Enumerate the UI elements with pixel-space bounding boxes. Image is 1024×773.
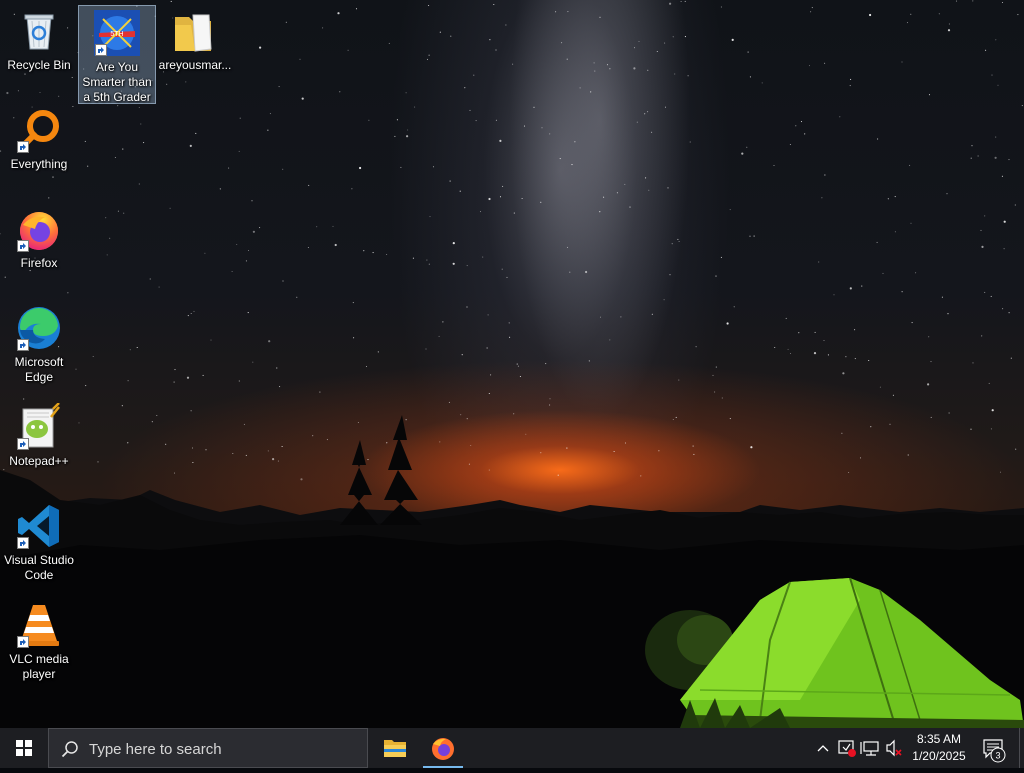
clock-time: 8:35 AM: [916, 732, 962, 746]
shortcut-arrow-icon: [17, 141, 29, 153]
svg-text:5TH: 5TH: [110, 31, 123, 38]
desktop-icon-microsoft-edge[interactable]: Microsoft Edge: [0, 301, 78, 385]
volume-muted-icon: [886, 739, 902, 757]
search-icon: [61, 741, 78, 758]
clock-date: 1/20/2025: [912, 749, 966, 763]
file-explorer-icon: [384, 740, 406, 757]
shortcut-arrow-icon: [17, 438, 29, 450]
desktop-icon-are-you-smarter[interactable]: 5TH Are You Smarter than a 5th Grader: [78, 5, 156, 104]
firefox-icon: [15, 205, 63, 253]
desktop-icon-label: Microsoft Edge: [14, 355, 64, 384]
taskbar-file-explorer[interactable]: [371, 728, 419, 768]
tray-security-icon-button[interactable]: [835, 728, 859, 768]
vlc-icon: [15, 601, 63, 649]
desktop-icon-notepad-plus-plus[interactable]: Notepad++: [0, 400, 78, 469]
notification-count-badge: 3: [995, 751, 1000, 761]
firefox-icon: [432, 738, 454, 760]
desktop-icon-firefox[interactable]: Firefox: [0, 202, 78, 271]
desktop-wallpaper[interactable]: [0, 0, 1024, 728]
game-icon: 5TH: [93, 9, 141, 57]
edge-icon: [15, 304, 63, 352]
show-desktop-button[interactable]: [1019, 728, 1024, 768]
desktop-icon-label: Are You Smarter than a 5th Grader: [82, 60, 152, 104]
taskbar-clock[interactable]: 8:35 AM 1/20/2025: [904, 728, 974, 768]
security-warning-icon: [838, 740, 856, 757]
desktop-icon-label: Visual Studio Code: [4, 553, 74, 582]
desktop-icon-label: Everything: [10, 157, 68, 171]
shortcut-arrow-icon: [17, 240, 29, 252]
taskbar-search-box[interactable]: Type here to search: [48, 728, 368, 768]
desktop-icon-recycle-bin[interactable]: Recycle Bin: [0, 4, 78, 73]
desktop-icon-label: areyousmar...: [158, 58, 232, 72]
desktop-icon-label: VLC media player: [9, 652, 69, 681]
desktop-icon-label: Recycle Bin: [7, 58, 71, 72]
desktop-icon-label: Notepad++: [9, 454, 69, 468]
everything-search-icon: [15, 106, 63, 154]
recycle-bin-icon: [15, 7, 63, 55]
desktop-icon-everything[interactable]: Everything: [0, 103, 78, 172]
desktop-icon-visual-studio-code[interactable]: Visual Studio Code: [0, 499, 78, 583]
chevron-up-icon: [817, 745, 829, 752]
shortcut-arrow-icon: [17, 537, 29, 549]
taskbar-firefox[interactable]: [419, 728, 467, 768]
folder-icon: [171, 7, 219, 55]
search-placeholder: Type here to search: [89, 741, 222, 758]
windows-logo-icon: [16, 740, 32, 756]
shortcut-arrow-icon: [17, 636, 29, 648]
desktop-icon-folder-areyousmarter[interactable]: areyousmar...: [156, 4, 234, 73]
start-button[interactable]: [0, 728, 48, 768]
network-icon: [860, 741, 879, 756]
tray-network-button[interactable]: [859, 728, 883, 768]
landscape-silhouette: [0, 415, 1024, 728]
shortcut-arrow-icon: [17, 339, 29, 351]
shortcut-arrow-icon: [95, 44, 107, 56]
notification-icon: 3: [983, 739, 1006, 763]
notepadpp-icon: [15, 402, 63, 451]
desktop-icon-vlc[interactable]: VLC media player: [0, 598, 78, 682]
tray-volume-button[interactable]: [883, 728, 905, 768]
notification-center-button[interactable]: 3: [978, 728, 1012, 768]
taskbar: Type here to search 8:35 AM 1/20/2025 3: [0, 728, 1024, 768]
desktop-icon-label: Firefox: [20, 256, 58, 270]
tray-overflow-button[interactable]: [812, 728, 834, 768]
vscode-icon: [15, 502, 63, 550]
